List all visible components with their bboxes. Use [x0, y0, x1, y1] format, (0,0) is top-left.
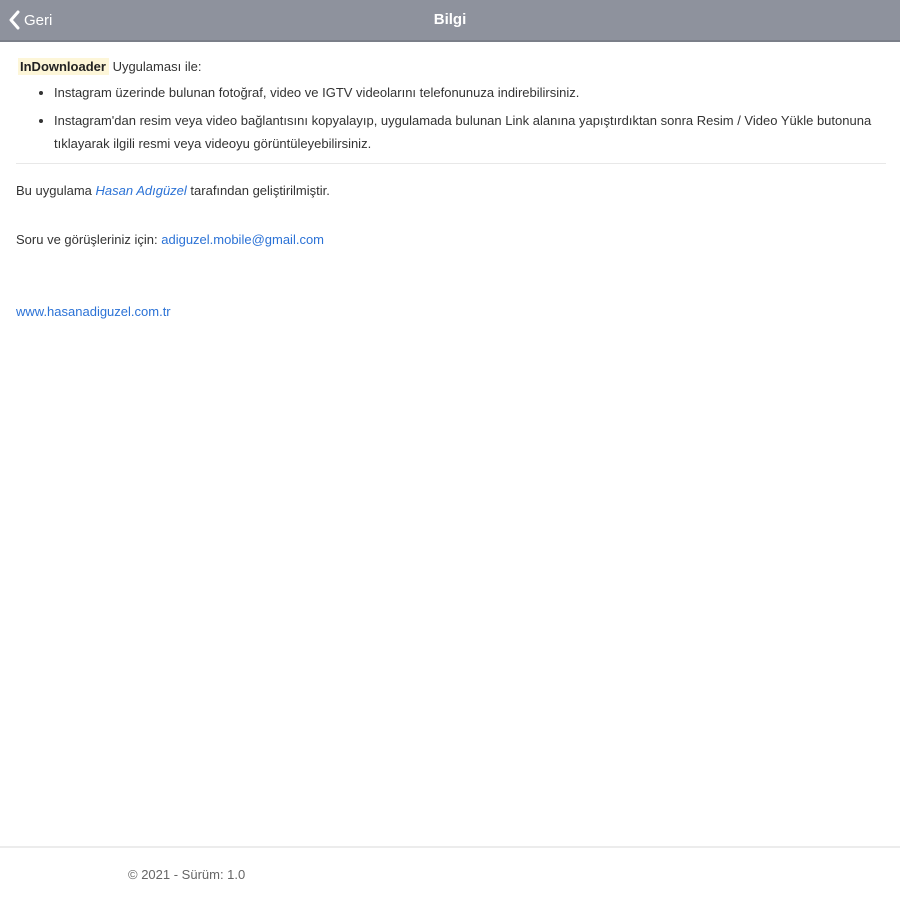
intro-suffix: Uygulaması ile: [108, 59, 202, 74]
info-content: InDownloader Uygulaması ile: Instagram ü… [16, 58, 886, 321]
feature-list: Instagram üzerinde bulunan fotoğraf, vid… [54, 81, 886, 155]
email-link[interactable]: adiguzel.mobile@gmail.com [161, 232, 324, 247]
divider [16, 163, 886, 164]
page-title: Bilgi [433, 11, 467, 28]
footer: © 2021 - Sürüm: 1.0 [0, 846, 900, 900]
developer-suffix: tarafından geliştirilmiştir. [186, 183, 330, 198]
contact-line: Soru ve görüşleriniz için: adiguzel.mobi… [16, 231, 886, 249]
intro-line: InDownloader Uygulaması ile: [16, 58, 886, 76]
website-line: www.hasanadiguzel.com.tr [16, 303, 886, 321]
contact-prefix: Soru ve görüşleriniz için: [16, 232, 162, 247]
navbar: Geri Bilgi [0, 0, 900, 42]
app-name-badge: InDownloader [18, 58, 109, 75]
feature-item: Instagram üzerinde bulunan fotoğraf, vid… [54, 81, 886, 104]
website-link[interactable]: www.hasanadiguzel.com.tr [16, 304, 171, 319]
feature-item: Instagram'dan resim veya video bağlantıs… [54, 109, 886, 155]
version-text: © 2021 - Sürüm: 1.0 [128, 867, 246, 882]
developer-prefix: Bu uygulama [16, 183, 96, 198]
developer-name-link[interactable]: Hasan Adıgüzel [96, 183, 187, 198]
developer-line: Bu uygulama Hasan Adıgüzel tarafından ge… [16, 182, 886, 200]
